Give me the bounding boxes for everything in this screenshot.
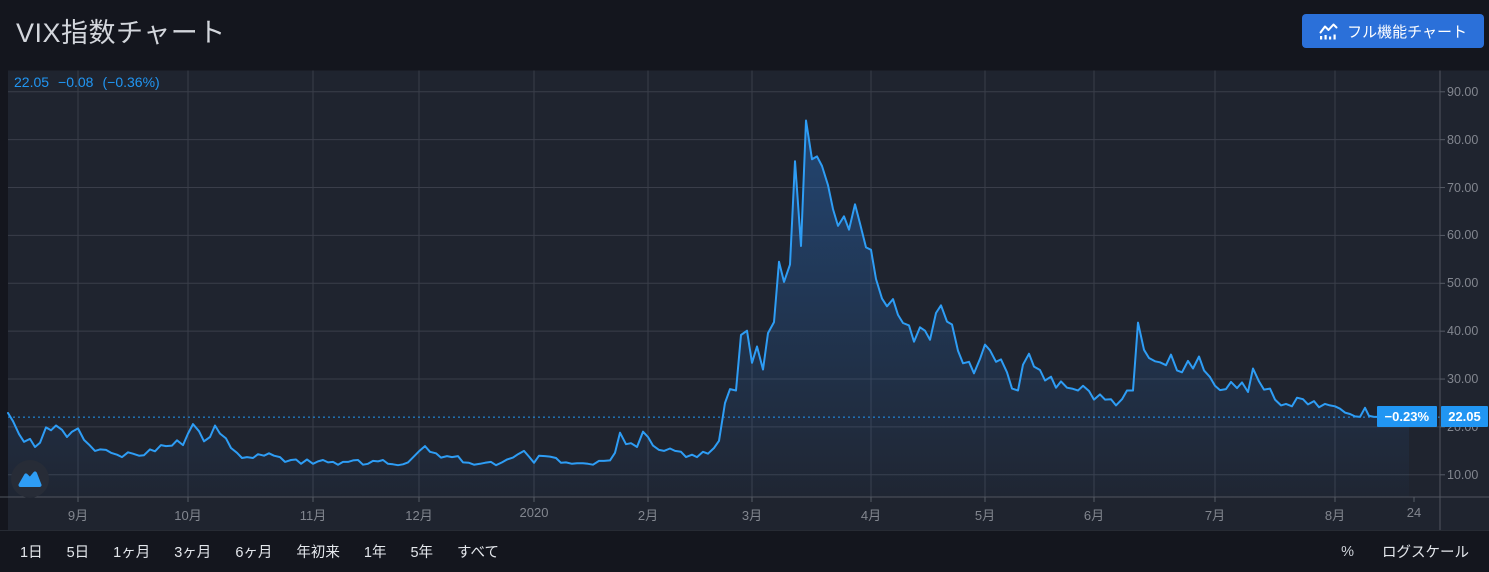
time-axis-label: 12月 [405,505,432,524]
chart-header: VIX指数チャート フル機能チャート [0,0,1489,62]
full-chart-button-label: フル機能チャート [1347,21,1467,42]
range-button-3ヶ月[interactable]: 3ヶ月 [174,541,211,562]
range-button-6ヶ月[interactable]: 6ヶ月 [235,541,272,562]
time-axis-label: 4月 [861,505,881,524]
range-button-すべて[interactable]: すべて [457,541,499,562]
time-axis-label: 8月 [1325,505,1345,524]
time-axis-label: 24 [1407,505,1421,520]
time-axis-label: 2月 [638,505,658,524]
range-buttons: 1日 5日 1ヶ月 3ヶ月 6ヶ月 年初来 1年 5年 すべて [20,541,499,562]
price-axis-label: 70.00 [1447,180,1478,196]
time-axis-label: 10月 [174,505,201,524]
mountain-chart-icon [18,469,42,489]
range-button-5年[interactable]: 5年 [410,541,433,562]
legend-last-price: 22.05 [14,74,49,90]
range-button-1ヶ月[interactable]: 1ヶ月 [113,541,150,562]
log-scale-toggle[interactable]: ログスケール [1382,541,1469,562]
tradingview-logo[interactable] [11,460,49,498]
chart-legend: 22.05 −0.08 (−0.36%) [14,74,160,90]
full-chart-button[interactable]: フル機能チャート [1302,14,1484,48]
time-axis-label: 7月 [1205,505,1225,524]
page-title: VIX指数チャート [16,11,226,50]
time-axis-label: 9月 [68,505,88,524]
range-button-年初来[interactable]: 年初来 [296,541,340,562]
time-axis-label: 6月 [1084,505,1104,524]
legend-change-percent: (−0.36%) [102,74,159,90]
chart-canvas [0,62,1489,530]
price-axis-label: 30.00 [1447,371,1478,387]
percent-scale-toggle[interactable]: % [1341,544,1354,560]
price-chart: 22.05 −0.08 (−0.36%) 90.00 80.00 70.00 60.0… [0,62,1489,530]
range-button-5日[interactable]: 5日 [67,541,90,562]
range-button-1日[interactable]: 1日 [20,541,43,562]
legend-change: −0.08 [58,74,93,90]
time-axis-label: 11月 [300,505,327,524]
time-axis-label: 5月 [975,505,995,524]
range-button-1年[interactable]: 1年 [364,541,387,562]
time-axis-label: 2020 [520,505,549,520]
time-axis-label: 3月 [742,505,762,524]
current-price-badge: 22.05 [1441,406,1488,427]
current-change-badge: −0.23% [1377,406,1437,427]
price-axis-label: 40.00 [1447,323,1478,339]
area-chart-icon [1319,23,1338,40]
price-axis-label: 90.00 [1447,84,1478,100]
scale-controls: % ログスケール [1341,541,1469,562]
range-toolbar: 1日 5日 1ヶ月 3ヶ月 6ヶ月 年初来 1年 5年 すべて % ログスケール [0,530,1489,572]
price-axis-label: 80.00 [1447,132,1478,148]
price-axis-label: 60.00 [1447,227,1478,243]
price-axis-label: 50.00 [1447,275,1478,291]
price-axis-label: 10.00 [1447,467,1478,483]
